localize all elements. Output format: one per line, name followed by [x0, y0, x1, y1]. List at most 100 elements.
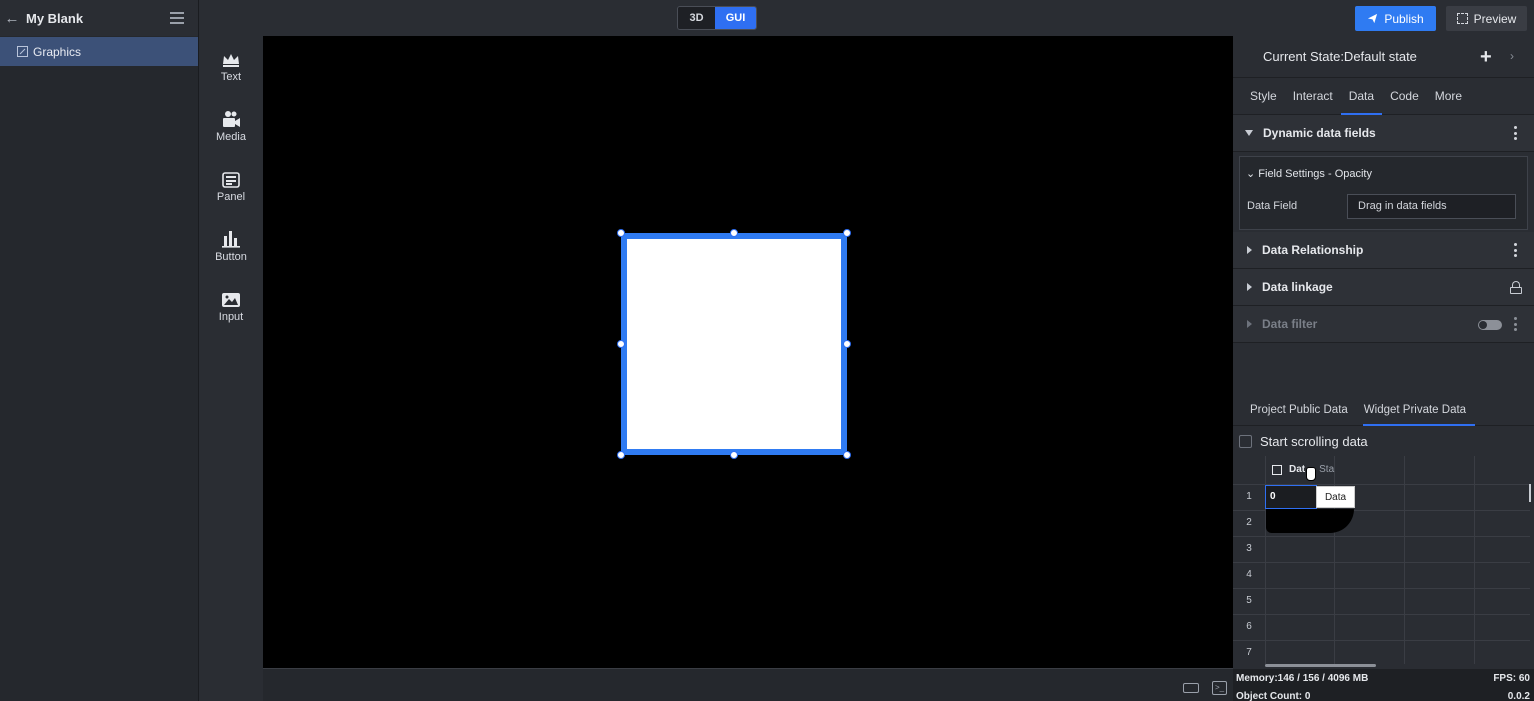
tooltip: Data [1316, 486, 1355, 508]
section-title: Data filter [1262, 317, 1318, 331]
status-bar: Memory:146 / 156 / 4096 MB FPS: 60 Objec… [1233, 669, 1534, 701]
column-header[interactable]: Dat Sta [1272, 464, 1334, 475]
column-header-label: Dat [1289, 464, 1306, 475]
project-header: ← My Blank [0, 0, 199, 36]
data-field-dropzone[interactable]: Drag in data fields [1347, 194, 1516, 219]
preview-button[interactable]: Preview [1446, 6, 1527, 31]
data-field-label: Data Field [1247, 200, 1298, 212]
state-header: Current State:Default state + › [1233, 36, 1534, 78]
keyboard-icon[interactable] [1183, 683, 1199, 693]
resize-handle-s[interactable] [730, 451, 738, 459]
section-title: Dynamic data fields [1263, 126, 1376, 140]
resize-handle-e[interactable] [843, 340, 851, 348]
hand-cursor-icon [1306, 467, 1316, 481]
tool-panel[interactable]: Panel [199, 170, 263, 220]
start-scrolling-option[interactable]: Start scrolling data [1239, 434, 1368, 449]
send-icon [1368, 13, 1378, 24]
caret-right-icon [1247, 246, 1252, 254]
publish-button[interactable]: Publish [1355, 6, 1436, 31]
bar-chart-icon [221, 230, 241, 248]
tab-code[interactable]: Code [1382, 78, 1427, 115]
row-number: 5 [1246, 595, 1252, 606]
mode-3d-button[interactable]: 3D [678, 7, 715, 29]
tool-input[interactable]: Input [199, 290, 263, 340]
data-relationship-section[interactable]: Data Relationship [1233, 232, 1534, 269]
data-grid[interactable]: Dat Sta 1 2 3 4 5 6 7 0 Data [1233, 456, 1534, 666]
fullscreen-icon [1456, 13, 1468, 24]
resize-handle-ne[interactable] [843, 229, 851, 237]
field-settings-box: ⌄ Field Settings - Opacity Data Field Dr… [1239, 156, 1528, 230]
caret-right-icon [1247, 320, 1252, 328]
tool-label: Button [215, 251, 247, 263]
layer-item-label: Graphics [33, 44, 82, 59]
section-title: Data linkage [1262, 280, 1333, 294]
data-filter-section[interactable]: Data filter [1233, 306, 1534, 343]
row-number: 1 [1246, 491, 1252, 502]
tab-project-public-data[interactable]: Project Public Data [1250, 392, 1364, 426]
resize-handle-n[interactable] [730, 229, 738, 237]
canvas[interactable] [263, 36, 1233, 668]
hamburger-menu-icon[interactable] [170, 12, 184, 24]
canvas-bottom-bar: >_ [263, 668, 1233, 701]
add-state-icon[interactable]: + [1480, 46, 1492, 69]
fps-readout: FPS: 60 [1493, 673, 1530, 684]
tool-label: Text [220, 71, 242, 83]
horizontal-scrollbar[interactable] [1265, 664, 1376, 667]
resize-handle-se[interactable] [843, 451, 851, 459]
row-number: 3 [1246, 543, 1252, 554]
mode-gui-button[interactable]: GUI [715, 7, 756, 29]
preview-label: Preview [1473, 11, 1517, 26]
more-options-icon[interactable] [1514, 317, 1517, 331]
tab-more[interactable]: More [1427, 78, 1470, 115]
crown-icon [221, 50, 241, 68]
selected-widget[interactable] [621, 233, 847, 455]
chevron-down-icon: ⌄ [1246, 168, 1256, 180]
row-number: 7 [1246, 647, 1252, 658]
data-linkage-section[interactable]: Data linkage [1233, 269, 1534, 306]
row-number: 6 [1246, 621, 1252, 632]
layer-item-graphics[interactable]: Graphics [0, 37, 198, 66]
object-count: Object Count: 0 [1236, 691, 1311, 701]
graphics-icon [17, 46, 28, 57]
data-cell-editor[interactable]: 0 [1265, 485, 1317, 509]
start-scrolling-label: Start scrolling data [1260, 434, 1368, 449]
field-settings-label: Field Settings - Opacity [1258, 168, 1372, 180]
tool-button[interactable]: Button [199, 230, 263, 280]
start-scrolling-checkbox[interactable] [1239, 435, 1252, 448]
drag-ghost [1266, 509, 1354, 533]
more-options-icon[interactable] [1514, 243, 1517, 257]
resize-handle-nw[interactable] [617, 229, 625, 237]
resize-handle-sw[interactable] [617, 451, 625, 459]
tool-text[interactable]: Text [199, 50, 263, 100]
terminal-icon[interactable]: >_ [1212, 681, 1227, 695]
current-state[interactable]: Current State:Default state [1263, 49, 1417, 64]
version-label: 0.0.2 [1507, 691, 1530, 701]
tool-label: Panel [216, 191, 246, 203]
tab-widget-private-data[interactable]: Widget Private Data [1362, 392, 1482, 426]
field-settings-title[interactable]: ⌄ Field Settings - Opacity [1246, 167, 1372, 180]
lock-icon[interactable] [1510, 281, 1522, 294]
tab-interact[interactable]: Interact [1285, 78, 1341, 115]
tool-label: Media [216, 131, 246, 143]
tab-data[interactable]: Data [1340, 78, 1383, 115]
data-filter-toggle[interactable] [1478, 320, 1502, 330]
caret-right-icon [1247, 283, 1252, 291]
column-checkbox[interactable] [1272, 464, 1282, 475]
mode-switch: 3D GUI [677, 6, 757, 30]
tool-media[interactable]: Media [199, 110, 263, 160]
resize-handle-w[interactable] [617, 340, 625, 348]
dynamic-data-fields-section[interactable]: Dynamic data fields [1233, 115, 1534, 152]
caret-down-icon [1245, 130, 1253, 136]
panel-icon [221, 170, 241, 188]
back-arrow-icon[interactable]: ← [2, 10, 22, 27]
layer-tree: Graphics [0, 36, 199, 701]
more-options-icon[interactable] [1514, 126, 1517, 140]
row-number: 2 [1246, 517, 1252, 528]
data-source-tabs: Project Public Data Widget Private Data [1233, 392, 1534, 426]
vertical-scrollbar[interactable] [1529, 484, 1531, 502]
image-icon [221, 290, 241, 308]
tab-style[interactable]: Style [1250, 78, 1285, 115]
properties-panel: Current State:Default state + › Style In… [1233, 36, 1534, 701]
section-title: Data Relationship [1262, 243, 1364, 257]
chevron-right-icon[interactable]: › [1510, 49, 1514, 63]
